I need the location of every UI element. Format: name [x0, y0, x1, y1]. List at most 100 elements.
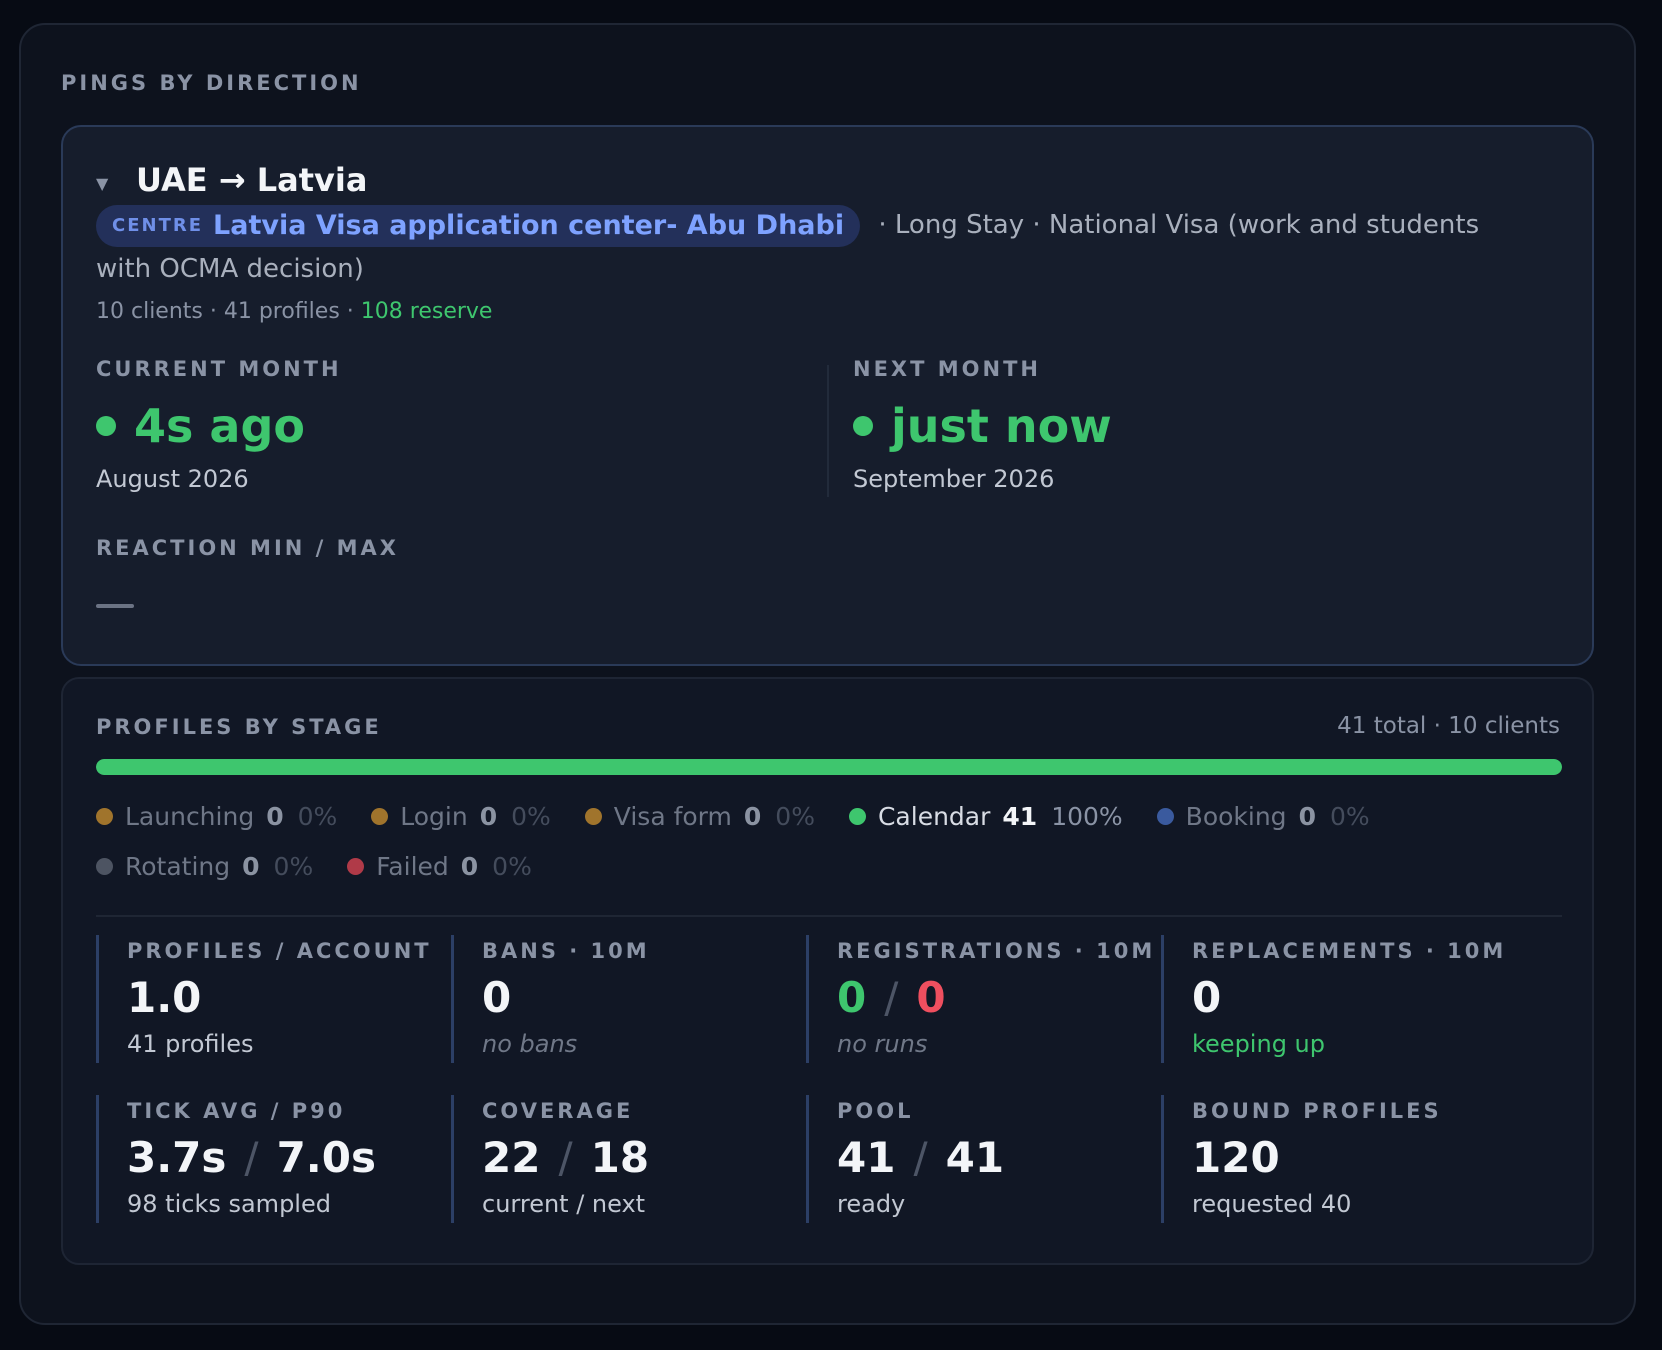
legend-count: 0 — [743, 801, 762, 831]
metric-sub: current / next — [482, 1190, 646, 1218]
legend-dot-icon — [1156, 807, 1174, 825]
direction-card: ▼ UAE → Latvia CENTRE Latvia Visa applic… — [61, 125, 1594, 666]
metric-value: 0 / 0 — [837, 973, 1156, 1022]
metric-value: 3.7s / 7.0s — [127, 1133, 446, 1182]
slash: / — [884, 973, 899, 1022]
metric-registrations: REGISTRATIONS · 10M 0 / 0 no runs — [806, 935, 1156, 1063]
legend-name: Visa form — [613, 801, 732, 831]
next-month-name: September 2026 — [853, 465, 1055, 493]
legend-item-login: Login 0 0% — [371, 791, 551, 841]
legend-percent: 100% — [1051, 801, 1123, 831]
metric-sub: requested 40 — [1192, 1190, 1352, 1218]
current-month-last-ping: 4s ago — [134, 399, 305, 453]
divider — [96, 915, 1562, 917]
metric-sub: no bans — [482, 1030, 578, 1058]
current-month-name: August 2026 — [96, 465, 249, 493]
stages-total: 41 total · 10 clients — [1337, 713, 1560, 739]
legend-name: Launching — [125, 801, 255, 831]
slash: / — [558, 1133, 573, 1182]
registrations-success: 0 — [837, 973, 867, 1022]
stage-progress-fill — [96, 759, 1562, 775]
next-month-label: NEXT MONTH — [853, 357, 1041, 381]
legend-item-booking: Booking 0 0% — [1156, 791, 1370, 841]
legend-dot-icon — [371, 807, 389, 825]
metric-replacements: REPLACEMENTS · 10M 0 keeping up — [1161, 935, 1511, 1063]
stage-legend: Launching 0 0% Login 0 0% Visa form 0 0% Calendar… — [96, 791, 1556, 891]
current-month: CURRENT MONTH 4s ago August 2026 — [96, 357, 342, 493]
stages-title: PROFILES BY STAGE — [96, 715, 382, 739]
metric-value: 0 — [482, 973, 512, 1022]
metric-sub: 98 ticks sampled — [127, 1190, 331, 1218]
legend-count: 0 — [460, 851, 479, 881]
metric-value: 0 — [1192, 973, 1222, 1022]
pings-panel: PINGS BY DIRECTION ▼ UAE → Latvia CENTRE… — [19, 23, 1636, 1325]
legend-name: Calendar — [877, 801, 991, 831]
metric-value: 1.0 — [127, 973, 202, 1022]
coverage-current: 22 — [482, 1133, 541, 1182]
section-title: PINGS BY DIRECTION — [61, 71, 362, 95]
legend-percent: 0% — [273, 851, 314, 881]
legend-percent: 0% — [511, 801, 551, 831]
legend-dot-icon — [584, 807, 602, 825]
centre-name: Latvia Visa application center- Abu Dhab… — [213, 209, 845, 241]
registrations-failed: 0 — [916, 973, 946, 1022]
metric-value: 22 / 18 — [482, 1133, 801, 1182]
status-dot-icon — [96, 416, 116, 436]
direction-title: UAE → Latvia — [136, 161, 368, 199]
profiles-by-stage-card: PROFILES BY STAGE 41 total · 10 clients … — [61, 677, 1594, 1265]
metric-label: TICK AVG / P90 — [127, 1099, 346, 1123]
metric-pool: POOL 41 / 41 ready — [806, 1095, 1156, 1223]
status-dot-icon — [853, 416, 873, 436]
metric-sub: keeping up — [1192, 1030, 1325, 1058]
legend-dot-icon — [347, 857, 365, 875]
next-month: NEXT MONTH just now September 2026 — [853, 357, 1112, 493]
legend-item-rotating: Rotating 0 0% — [96, 841, 313, 891]
metric-value: 120 — [1192, 1133, 1280, 1182]
legend-dot-icon — [96, 807, 113, 825]
slash: / — [244, 1133, 259, 1182]
legend-name: Login — [400, 801, 468, 831]
month-divider — [827, 365, 829, 497]
legend-name: Rotating — [125, 851, 231, 881]
legend-item-visa-form: Visa form 0 0% — [584, 791, 815, 841]
direction-stats: 10 clients · 41 profiles · 108 reserve — [96, 299, 492, 324]
coverage-next: 18 — [590, 1133, 650, 1182]
legend-count: 0 — [1298, 801, 1316, 831]
centre-chip[interactable]: CENTRE Latvia Visa application center- A… — [96, 204, 861, 247]
metric-label: BANS · 10M — [482, 939, 650, 963]
centre-tag: CENTRE — [112, 214, 204, 236]
metric-value: 41 / 41 — [837, 1133, 1156, 1182]
metric-label: POOL — [837, 1099, 914, 1123]
metric-label: PROFILES / ACCOUNT — [127, 939, 432, 963]
legend-item-calendar: Calendar 41 100% — [848, 791, 1123, 841]
metric-tick: TICK AVG / P90 3.7s / 7.0s 98 ticks sample… — [96, 1095, 446, 1223]
metric-sub: no runs — [837, 1030, 928, 1058]
pool-total: 41 — [945, 1133, 1005, 1182]
legend-count: 0 — [266, 801, 284, 831]
stage-progress-bar — [96, 759, 1562, 775]
metric-label: BOUND PROFILES — [1192, 1099, 1442, 1123]
slash: / — [913, 1133, 928, 1182]
caret-down-icon[interactable]: ▼ — [96, 174, 136, 193]
metric-sub: 41 profiles — [127, 1030, 254, 1058]
metric-label: REGISTRATIONS · 10M — [837, 939, 1156, 963]
metric-bound-profiles: BOUND PROFILES 120 requested 40 — [1161, 1095, 1511, 1223]
direction-header[interactable]: ▼ UAE → Latvia — [96, 161, 367, 199]
legend-count: 41 — [1002, 801, 1038, 831]
legend-count: 0 — [242, 851, 260, 881]
pool-ready: 41 — [837, 1133, 896, 1182]
legend-percent: 0% — [1329, 801, 1370, 831]
clients-profiles-text: 10 clients · 41 profiles · — [96, 299, 361, 324]
legend-item-launching: Launching 0 0% — [96, 791, 337, 841]
legend-count: 0 — [479, 801, 498, 831]
direction-description: CENTRE Latvia Visa application center- A… — [96, 203, 1536, 291]
metric-profiles-account: PROFILES / ACCOUNT 1.0 41 profiles — [96, 935, 446, 1063]
metric-label: COVERAGE — [482, 1099, 634, 1123]
reaction-label: REACTION MIN / MAX — [96, 536, 399, 560]
metric-bans: BANS · 10M 0 no bans — [451, 935, 801, 1063]
metric-sub: ready — [837, 1190, 906, 1218]
legend-percent: 0% — [492, 851, 532, 881]
reaction-min-max: REACTION MIN / MAX — [96, 536, 399, 608]
legend-item-failed: Failed 0 0% — [347, 841, 532, 891]
current-month-label: CURRENT MONTH — [96, 357, 342, 381]
